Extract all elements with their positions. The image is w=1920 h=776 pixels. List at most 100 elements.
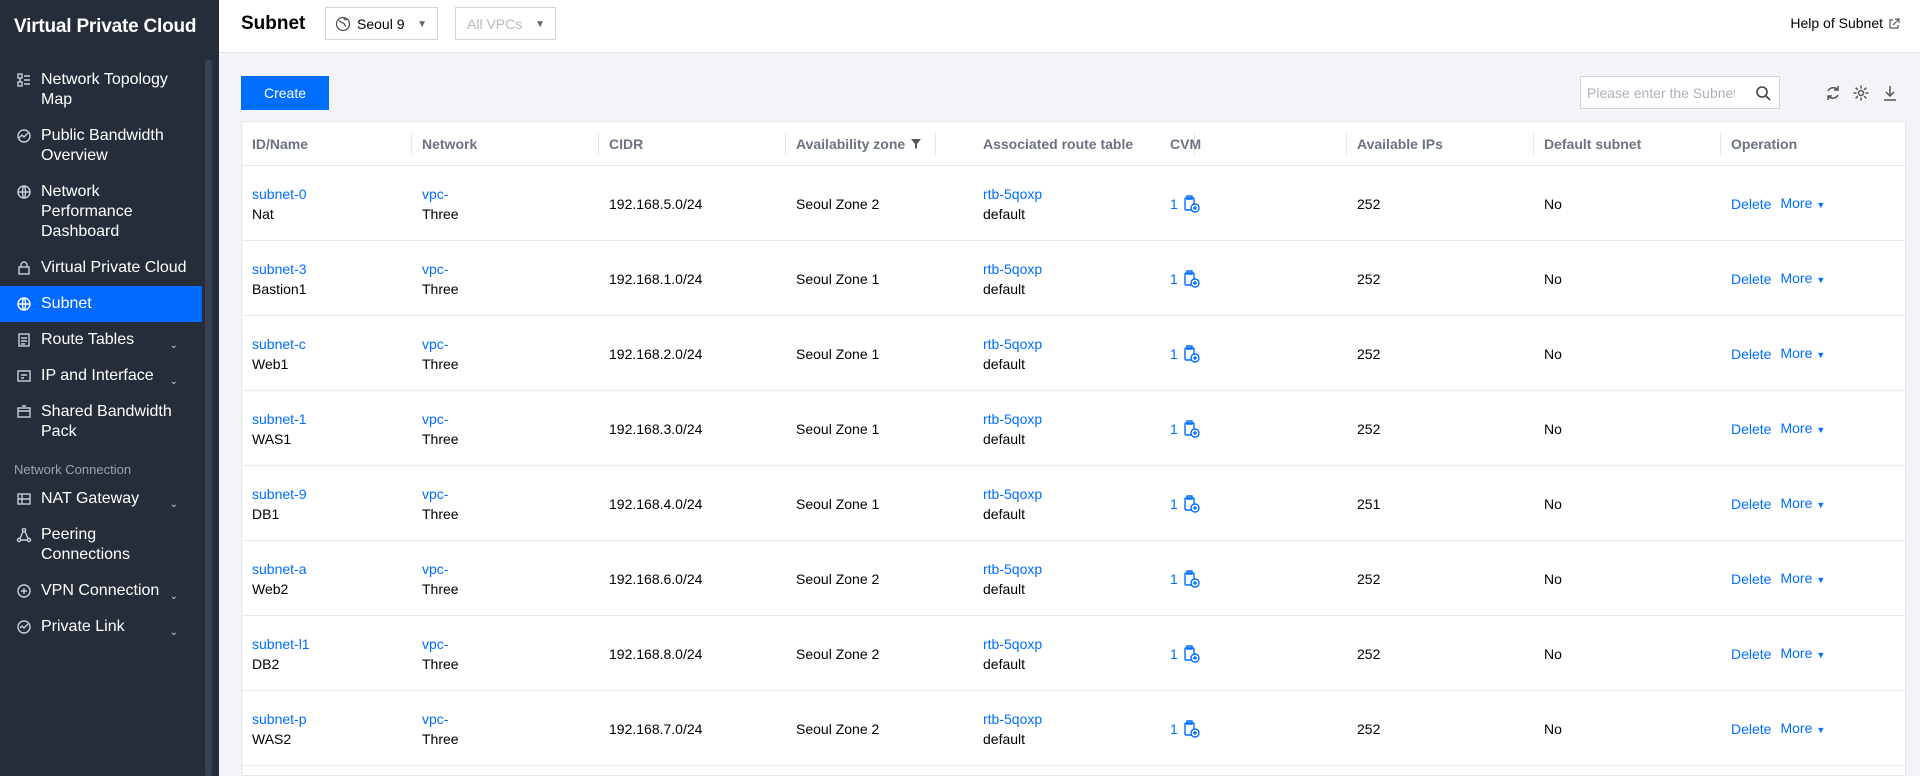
delete-button[interactable]: Delete	[1731, 344, 1771, 364]
add-cvm-icon[interactable]	[1181, 419, 1201, 439]
gear-icon[interactable]	[1852, 84, 1870, 102]
pack-icon	[14, 402, 34, 422]
cvm-count-link[interactable]: 1	[1170, 194, 1178, 214]
vpc-id-link[interactable]: vpc-	[422, 559, 599, 579]
cell-network: vpc- Three	[412, 466, 599, 541]
add-cvm-icon[interactable]	[1181, 269, 1201, 289]
add-cvm-icon[interactable]	[1181, 719, 1201, 739]
cell-cvm: 1	[1160, 616, 1347, 691]
subnet-id-link[interactable]: subnet-3	[252, 259, 412, 279]
sidebar-scrollbar[interactable]	[205, 60, 212, 776]
vpc-filter-select[interactable]: All VPCs ▼	[455, 7, 556, 40]
route-table-link[interactable]: rtb-5qoxp	[983, 259, 1160, 279]
interface-icon	[14, 366, 34, 386]
subnet-table: ID/Name Network CIDR Availability zone A…	[241, 121, 1906, 776]
cvm-count-link[interactable]: 1	[1170, 494, 1178, 514]
zone-value: Seoul Zone 2	[796, 570, 880, 587]
delete-button[interactable]: Delete	[1731, 644, 1771, 664]
route-table-link[interactable]: rtb-5qoxp	[983, 559, 1160, 579]
vpc-name: Three	[422, 280, 459, 297]
delete-button[interactable]: Delete	[1731, 194, 1771, 214]
route-table-name: default	[983, 205, 1026, 222]
delete-button[interactable]: Delete	[1731, 269, 1771, 289]
sidebar-item-network-topology-map[interactable]: Network Topology Map	[0, 62, 202, 118]
vpc-id-link[interactable]: vpc-	[422, 409, 599, 429]
route-table-link[interactable]: rtb-5qoxp	[983, 409, 1160, 429]
cvm-count-link[interactable]: 1	[1170, 269, 1178, 289]
default-subnet-value: No	[1544, 270, 1562, 287]
cell-route-table: rtb-5qoxp default	[973, 466, 1160, 541]
cvm-count-link[interactable]: 1	[1170, 719, 1178, 739]
subnet-id-link[interactable]: subnet-p	[252, 709, 412, 729]
sidebar-nav: Network Topology Map Public Bandwidth Ov…	[0, 62, 202, 645]
more-dropdown[interactable]: More ▼	[1780, 268, 1825, 290]
cvm-count-link[interactable]: 1	[1170, 344, 1178, 364]
more-dropdown[interactable]: More ▼	[1780, 418, 1825, 440]
subnet-id-link[interactable]: subnet-l1	[252, 634, 412, 654]
cell-cvm: 1	[1160, 466, 1347, 541]
more-dropdown[interactable]: More ▼	[1780, 718, 1825, 740]
delete-button[interactable]: Delete	[1731, 419, 1771, 439]
add-cvm-icon[interactable]	[1181, 569, 1201, 589]
more-label: More	[1780, 569, 1813, 586]
vpc-id-link[interactable]: vpc-	[422, 184, 599, 204]
delete-button[interactable]: Delete	[1731, 569, 1771, 589]
subnet-id-link[interactable]: subnet-c	[252, 334, 412, 354]
sidebar-item-vpn-connection[interactable]: VPN Connection ⌄	[0, 573, 202, 609]
route-table-link[interactable]: rtb-5qoxp	[983, 709, 1160, 729]
cvm-count-link[interactable]: 1	[1170, 419, 1178, 439]
vpc-id-link[interactable]: vpc-	[422, 334, 599, 354]
help-link[interactable]: Help of Subnet	[1790, 15, 1900, 31]
route-table-link[interactable]: rtb-5qoxp	[983, 184, 1160, 204]
sidebar-item-subnet[interactable]: Subnet	[0, 286, 202, 322]
vpc-id-link[interactable]: vpc-	[422, 634, 599, 654]
add-cvm-icon[interactable]	[1181, 644, 1201, 664]
more-dropdown[interactable]: More ▼	[1780, 343, 1825, 365]
cvm-count-link[interactable]: 1	[1170, 569, 1178, 589]
more-dropdown[interactable]: More ▼	[1780, 643, 1825, 665]
column-header-zone[interactable]: Availability zone	[786, 122, 936, 166]
sidebar: Virtual Private Cloud Network Topology M…	[0, 0, 219, 776]
download-icon[interactable]	[1881, 84, 1899, 102]
route-table-link[interactable]: rtb-5qoxp	[983, 634, 1160, 654]
sidebar-item-network-performance-dashboard[interactable]: Network Performance Dashboard	[0, 174, 202, 250]
subnet-id-link[interactable]: subnet-9	[252, 484, 412, 504]
vpc-id-link[interactable]: vpc-	[422, 484, 599, 504]
subnet-name: WAS2	[252, 730, 292, 747]
search-input[interactable]	[1581, 77, 1741, 108]
create-button[interactable]: Create	[241, 76, 329, 110]
more-dropdown[interactable]: More ▼	[1780, 568, 1825, 590]
vpc-id-link[interactable]: vpc-	[422, 259, 599, 279]
add-cvm-icon[interactable]	[1181, 494, 1201, 514]
filter-icon[interactable]	[910, 123, 922, 149]
subnet-id-link[interactable]: subnet-0	[252, 184, 412, 204]
route-table-link[interactable]: rtb-5qoxp	[983, 484, 1160, 504]
sidebar-item-peering-connections[interactable]: Peering Connections	[0, 517, 202, 573]
cell-operation: Delete More ▼	[1721, 691, 1905, 766]
sidebar-item-shared-bandwidth-pack[interactable]: Shared Bandwidth Pack	[0, 394, 202, 450]
sidebar-item-nat-gateway[interactable]: NAT Gateway ⌄	[0, 481, 202, 517]
cell-zone: Seoul Zone 1	[786, 241, 973, 316]
subnet-id-link[interactable]: subnet-a	[252, 559, 412, 579]
delete-button[interactable]: Delete	[1731, 494, 1771, 514]
sidebar-item-virtual-private-cloud[interactable]: Virtual Private Cloud	[0, 250, 202, 286]
sidebar-item-private-link[interactable]: Private Link ⌄	[0, 609, 202, 645]
add-cvm-icon[interactable]	[1181, 194, 1201, 214]
cidr-value: 192.168.1.0/24	[609, 270, 703, 287]
add-cvm-icon[interactable]	[1181, 344, 1201, 364]
subnet-id-link[interactable]: subnet-1	[252, 409, 412, 429]
more-dropdown[interactable]: More ▼	[1780, 193, 1825, 215]
table-row: subnet-0 Nat vpc- Three 192.168.5.0/24 Seoul …	[242, 166, 1905, 241]
vpc-id-link[interactable]: vpc-	[422, 709, 599, 729]
sidebar-item-route-tables[interactable]: Route Tables ⌄	[0, 322, 202, 358]
sidebar-item-public-bandwidth-overview[interactable]: Public Bandwidth Overview	[0, 118, 202, 174]
route-table-link[interactable]: rtb-5qoxp	[983, 334, 1160, 354]
delete-button[interactable]: Delete	[1731, 719, 1771, 739]
region-select[interactable]: Seoul 9 ▼	[325, 7, 438, 40]
route-table-name: default	[983, 580, 1026, 597]
search-icon[interactable]	[1755, 85, 1771, 101]
cvm-count-link[interactable]: 1	[1170, 644, 1178, 664]
sidebar-item-ip-and-interface[interactable]: IP and Interface ⌄	[0, 358, 202, 394]
refresh-icon[interactable]	[1824, 84, 1842, 102]
more-dropdown[interactable]: More ▼	[1780, 493, 1825, 515]
